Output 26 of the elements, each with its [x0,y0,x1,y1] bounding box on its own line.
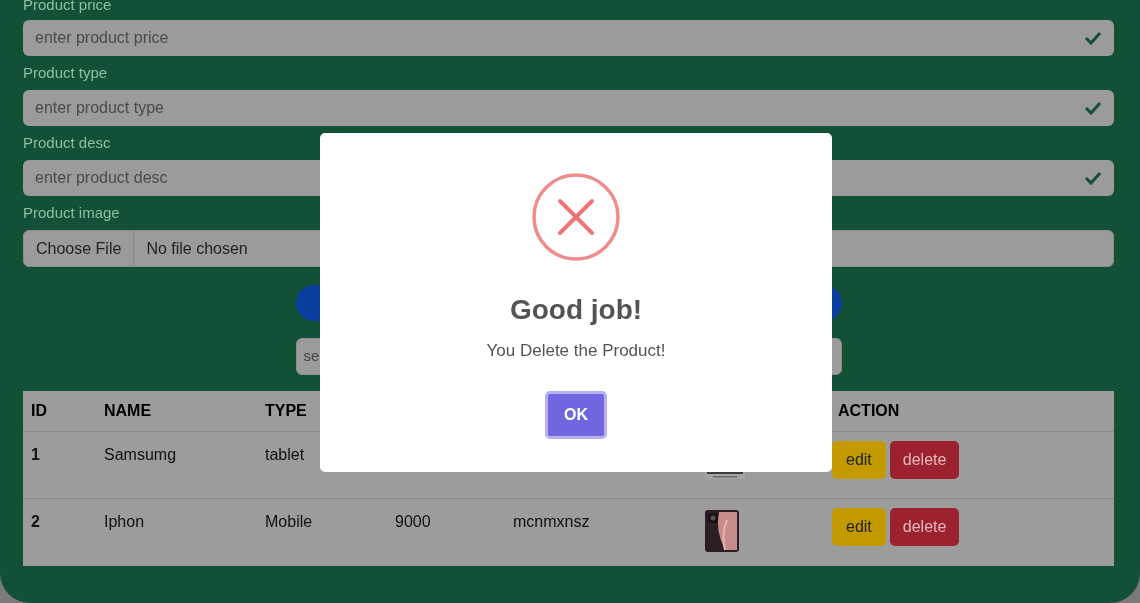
table-cell: Mobile [265,513,313,530]
delete-button[interactable]: delete [889,441,960,479]
table-cell: 1 [31,446,40,463]
field-label: Product image [23,203,121,223]
table-cell: tablet [265,446,305,463]
table-cell: Samsumg [104,446,177,463]
table-cell: Iphon [104,513,145,530]
text-field[interactable]: enter product price [23,20,1114,56]
table-cell: mcnmxnsz [513,513,590,530]
ok-button[interactable]: OK [545,390,607,439]
dialog-message: You Delete the Product! [486,340,666,362]
text-field[interactable]: enter product type [23,90,1114,126]
column-header: ACTION [838,402,900,419]
error-icon [531,172,621,262]
table-cell: 2 [31,513,40,530]
field-label: Product desc [23,133,112,153]
field-label: Product type [23,63,109,83]
edit-button[interactable]: edit [832,508,886,546]
column-header: ID [31,402,47,419]
delete-button[interactable]: delete [889,508,960,546]
column-header: TYPE [265,402,307,419]
edit-button[interactable]: edit [832,441,886,479]
dialog-title: Good job! [509,293,643,327]
field-label: Product price [23,0,113,13]
table-cell: 9000 [395,513,431,530]
column-header: NAME [104,402,152,419]
